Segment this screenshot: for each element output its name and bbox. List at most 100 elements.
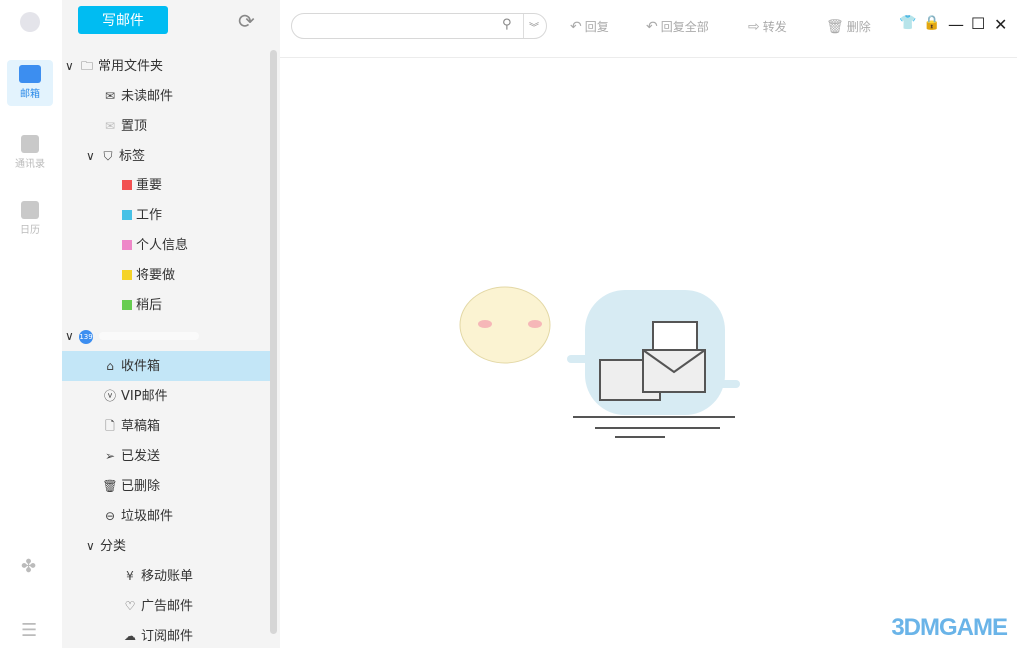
search-icon[interactable]: ⚲ [502,17,512,32]
label: 删除 [846,20,871,34]
toolbar: ⚲ ︾ ↶ 回复 ↶ 回复全部 ⇨ 转发 🗑 删除 👕 🔒 — ☐ ✕ [280,0,1017,58]
menu-icon[interactable]: ☰ [21,620,37,641]
rail-calendar[interactable]: 日历 [7,196,53,242]
folder-deleted[interactable]: 🗑 已删除 [62,471,270,501]
label: 未读邮件 [121,89,174,104]
minimize-icon[interactable]: — [948,15,964,34]
label: 置顶 [121,119,148,134]
rail-calendar-label: 日历 [20,225,40,236]
label: 已删除 [121,479,161,494]
rail-contacts[interactable]: 通讯录 [7,130,53,176]
tag-color-swatch [122,270,132,280]
folder-sidebar: 写邮件 ⟳ ∨ 🗀 常用文件夹 ✉ 未读邮件 ✉ 置顶 ∨ ⛉ 标签 重要 工作 个人信息 … [62,0,280,648]
account-group[interactable]: ∨ 139 [62,321,270,351]
trash-icon: 🗑 [102,479,118,493]
calendar-icon [21,201,39,219]
watermark: 3DMGAME [891,614,1008,641]
label: 已发送 [121,449,161,464]
vip-icon: ⓥ [103,389,116,403]
label: 转发 [762,20,787,34]
reply-all-icon: ↶ [646,19,658,35]
folder-vip[interactable]: ⓥ VIP邮件 [62,381,270,411]
lock-icon[interactable]: 🔒 [923,15,940,31]
reply-all-button[interactable]: ↶ 回复全部 [646,18,709,35]
label: 订阅邮件 [141,629,194,644]
draft-icon: 🗋 [105,419,115,433]
inbox-icon: ⌂ [106,359,114,373]
refresh-icon[interactable]: ⟳ [238,9,255,33]
account-name-blurred [99,332,199,340]
mail-icon [19,65,41,83]
envelope-icon: ✉ [104,89,116,103]
cloud-icon: ☁ [124,629,136,643]
close-icon[interactable]: ✕ [994,15,1007,34]
chevron-down-icon: ∨ [65,329,74,343]
sidebar-scrollbar[interactable] [270,50,277,634]
folder-sent[interactable]: ➢ 已发送 [62,441,270,471]
label: 稍后 [136,298,163,313]
rail-contacts-label: 通讯录 [15,159,45,170]
label: 个人信息 [136,238,189,253]
label: 垃圾邮件 [121,509,174,524]
search-box: ⚲ ︾ [291,13,547,39]
folder-spam[interactable]: ⊖ 垃圾邮件 [62,501,270,531]
tag-todo[interactable]: 将要做 [62,261,270,291]
compose-button[interactable]: 写邮件 [78,6,168,34]
label: 重要 [136,178,163,193]
forward-icon: ⇨ [748,19,760,35]
bill-icon: ¥ [126,569,134,583]
avatar[interactable] [20,12,40,32]
label: 标签 [119,149,146,164]
folder-unread[interactable]: ✉ 未读邮件 [62,81,270,111]
label: 收件箱 [121,359,161,374]
skin-icon[interactable]: 👕 [899,15,916,31]
reply-button[interactable]: ↶ 回复 [570,18,609,35]
tag-personal[interactable]: 个人信息 [62,231,270,261]
label: VIP邮件 [121,389,168,404]
label: 草稿箱 [121,419,161,434]
trash-icon: 🗑 [826,19,844,35]
folder-inbox[interactable]: ⌂ 收件箱 [62,351,270,381]
label: 分类 [100,539,127,554]
label: 移动账单 [141,569,194,584]
rail-mail[interactable]: 邮箱 [7,60,53,106]
folder-group-tags[interactable]: ∨ ⛉ 标签 [62,141,270,171]
tag-work[interactable]: 工作 [62,201,270,231]
nav-rail: 邮箱 通讯录 日历 ✤ ☰ [0,0,62,648]
tag-color-swatch [122,210,132,220]
chevron-down-icon: ∨ [86,149,95,163]
category-subscription[interactable]: ☁ 订阅邮件 [62,621,270,651]
rail-mail-label: 邮箱 [20,89,40,100]
delete-button[interactable]: 🗑 删除 [826,18,871,35]
paper-plane-icon: ➢ [104,449,116,463]
chevron-down-icon: ∨ [65,59,74,73]
folder-group-favorites[interactable]: ∨ 🗀 常用文件夹 [62,51,270,81]
divider [523,14,524,38]
reply-icon: ↶ [570,19,582,35]
maximize-icon[interactable]: ☐ [971,14,985,33]
folder-icon: 🗀 [80,59,93,73]
tag-color-swatch [122,240,132,250]
category-bill[interactable]: ¥ 移动账单 [62,561,270,591]
label: 广告邮件 [141,599,194,614]
label: 回复全部 [660,20,709,34]
chevron-down-icon: ∨ [86,539,95,553]
forward-button[interactable]: ⇨ 转发 [748,18,787,35]
tag-later[interactable]: 稍后 [62,291,270,321]
tag-important[interactable]: 重要 [62,171,270,201]
folder-group-category[interactable]: ∨ 分类 [62,531,270,561]
search-input[interactable] [302,14,502,38]
label: 回复 [584,20,609,34]
category-ads[interactable]: ♡ 广告邮件 [62,591,270,621]
contacts-icon [21,135,39,153]
apps-icon[interactable]: ✤ [21,556,36,577]
account-badge-icon: 139 [79,330,93,344]
bookmark-icon: ⛉ [103,149,113,163]
folder-drafts[interactable]: 🗋 草稿箱 [62,411,270,441]
pinned-mail-icon: ✉ [104,119,116,133]
tag-color-swatch [122,300,132,310]
folder-pinned[interactable]: ✉ 置顶 [62,111,270,141]
label: 常用文件夹 [98,59,164,74]
chevron-double-down-icon[interactable]: ︾ [529,19,539,34]
label: 将要做 [136,268,176,283]
